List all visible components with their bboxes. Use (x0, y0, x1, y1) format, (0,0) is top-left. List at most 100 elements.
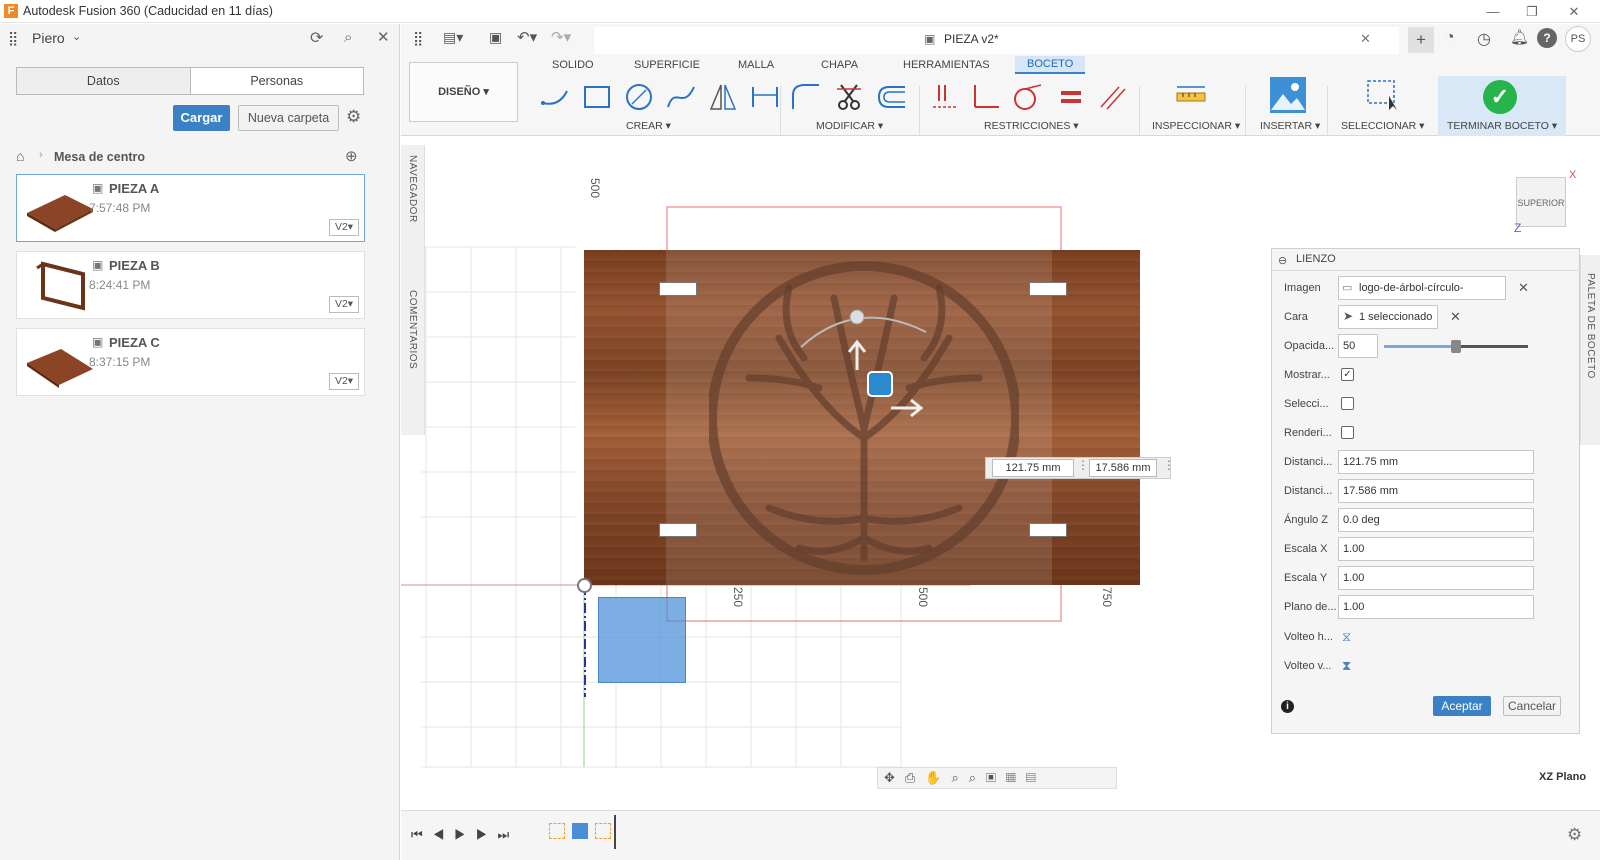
file-card[interactable]: ▣ PIEZA B 8:24:41 PM V2▾ (16, 251, 365, 319)
close-panel-icon[interactable]: ✕ (377, 28, 390, 46)
trim-tool-icon[interactable] (833, 81, 865, 113)
distance-x-input[interactable]: 121.75 mm (992, 459, 1074, 477)
bell-icon[interactable]: 🔔︎ (1510, 28, 1529, 46)
image-select[interactable]: logo-de-árbol-círculo-redonc... (1338, 276, 1506, 316)
group-terminar-boceto[interactable]: TERMINAR BOCETO ▾ (1447, 120, 1557, 132)
file-menu-icon[interactable]: ▤▾ (443, 29, 463, 46)
group-insertar[interactable]: INSERTAR ▾ (1260, 120, 1320, 132)
show-checkbox[interactable]: ✓ (1341, 368, 1354, 381)
minimize-icon[interactable]: — (1475, 2, 1511, 22)
chevron-down-icon[interactable]: ⌄ (72, 30, 81, 43)
group-inspeccionar[interactable]: INSPECCIONAR ▾ (1152, 120, 1240, 132)
distance-y-field[interactable]: 17.586 mm (1338, 479, 1534, 503)
file-card[interactable]: ▣ PIEZA C 8:37:15 PM V2▾ (16, 328, 365, 396)
resize-handle[interactable] (659, 282, 697, 296)
tab-datos[interactable]: Datos (17, 68, 191, 94)
sketch-profile[interactable] (598, 597, 686, 683)
sketch-feature-icon[interactable] (595, 823, 611, 839)
tab-malla[interactable]: MALLA (738, 59, 774, 71)
tab-boceto[interactable]: BOCETO (1015, 56, 1086, 74)
finish-sketch-icon[interactable]: ✓ (1483, 80, 1517, 114)
home-icon[interactable]: ⌂ (16, 148, 24, 164)
resize-handle[interactable] (1029, 523, 1067, 537)
accept-button[interactable]: Aceptar (1433, 696, 1491, 716)
tab-solido[interactable]: SOLIDO (552, 59, 594, 71)
breadcrumb[interactable]: Mesa de centro (54, 150, 145, 164)
navigator-tab[interactable]: NAVEGADOR (407, 155, 418, 223)
clear-image-icon[interactable]: ✕ (1518, 280, 1529, 296)
avatar[interactable]: PS (1565, 26, 1591, 52)
distance-x-field[interactable]: 121.75 mm (1338, 450, 1534, 474)
file-card[interactable]: ▣ PIEZA A 7:57:48 PM V2▾ (16, 174, 365, 242)
resize-handle[interactable] (659, 523, 697, 537)
search-icon[interactable]: ⌕ (344, 29, 352, 46)
collapse-icon[interactable]: ⊖ (1278, 254, 1287, 267)
flip-horizontal-icon[interactable]: ⧖ (1342, 629, 1351, 645)
playback-controls[interactable]: ⏮◀▶▶⏭ (411, 827, 519, 843)
mirror-tool-icon[interactable] (707, 81, 739, 113)
tab-herramientas[interactable]: HERRAMIENTAS (903, 59, 990, 71)
close-tab-icon[interactable]: ✕ (1360, 31, 1371, 47)
help-icon[interactable]: ? (1537, 28, 1557, 48)
new-folder-button[interactable]: Nueva carpeta (238, 105, 339, 131)
selectable-checkbox[interactable] (1341, 397, 1354, 410)
equal-constraint-icon[interactable] (1055, 81, 1087, 113)
refresh-icon[interactable]: ⟳ (310, 28, 323, 48)
cancel-button[interactable]: Cancelar (1503, 696, 1561, 716)
opacity-slider-thumb[interactable] (1451, 340, 1461, 353)
more-options-icon[interactable]: ⋮ (1163, 458, 1175, 472)
gear-icon[interactable]: ⚙ (346, 107, 361, 127)
close-icon[interactable]: ✕ (1556, 2, 1592, 22)
gear-icon[interactable]: ⚙ (1567, 825, 1582, 845)
workspace-dropdown[interactable]: DISEÑO ▾ (409, 62, 518, 122)
tab-personas[interactable]: Personas (191, 68, 364, 94)
rectangle-tool-icon[interactable] (581, 81, 613, 113)
upload-button[interactable]: Cargar (173, 105, 230, 131)
perpendicular-constraint-icon[interactable] (969, 81, 1001, 113)
version-badge[interactable]: V2▾ (329, 219, 359, 236)
group-restricciones[interactable]: RESTRICCIONES ▾ (984, 120, 1079, 132)
grid-apps-icon[interactable]: ⣿ (8, 30, 18, 47)
group-modificar[interactable]: MODIFICAR ▾ (816, 120, 883, 132)
globe-icon[interactable]: ⊕ (345, 147, 358, 165)
maximize-icon[interactable]: ❐ (1514, 2, 1550, 22)
scale-y-field[interactable]: 1.00 (1338, 566, 1534, 590)
navigation-bar[interactable]: ✥⎙✋⌕⌕▣▦▤ (877, 767, 1117, 789)
spline-tool-icon[interactable] (665, 81, 697, 113)
document-tab[interactable]: ▣ PIEZA v2* ✕ (594, 27, 1399, 54)
fillet-tool-icon[interactable] (789, 81, 821, 113)
plane-scale-field[interactable]: 1.00 (1338, 595, 1534, 619)
parallel-constraint-icon[interactable] (1097, 81, 1129, 113)
view-cube[interactable]: SUPERIOR (1516, 177, 1566, 227)
grid-apps-icon[interactable]: ⣿ (413, 30, 423, 47)
user-menu[interactable]: Piero (32, 30, 65, 46)
version-badge[interactable]: V2▾ (329, 373, 359, 390)
select-window-icon[interactable] (1365, 76, 1401, 112)
distance-y-input[interactable]: 17.586 mm (1089, 459, 1157, 477)
origin-point[interactable] (577, 578, 592, 593)
line-tool-icon[interactable] (539, 81, 571, 113)
angle-field[interactable]: 0.0 deg (1338, 508, 1534, 532)
undo-icon[interactable]: ↶▾ (517, 28, 537, 46)
new-tab-icon[interactable]: + (1408, 27, 1434, 53)
more-options-icon[interactable]: ⋮ (1077, 458, 1089, 472)
circle-tool-icon[interactable] (623, 81, 655, 113)
dimension-tool-icon[interactable] (749, 81, 781, 113)
scale-x-field[interactable]: 1.00 (1338, 537, 1534, 561)
insert-image-icon[interactable] (1269, 76, 1307, 114)
sketch-feature-icon[interactable] (549, 823, 565, 839)
job-status-icon[interactable]: ◷ (1477, 29, 1491, 49)
group-crear[interactable]: CREAR ▾ (626, 120, 671, 132)
info-icon[interactable]: i (1281, 700, 1294, 713)
canvas-feature-icon[interactable] (572, 823, 588, 839)
group-seleccionar[interactable]: SELECCIONAR ▾ (1341, 120, 1424, 132)
comments-tab[interactable]: COMENTARIOS (407, 290, 418, 369)
redo-icon[interactable]: ↷▾ (551, 28, 571, 46)
extensions-icon[interactable]: ◔ (1445, 29, 1455, 47)
tab-superficie[interactable]: SUPERFICIE (634, 59, 700, 71)
flip-vertical-icon[interactable]: ⧗ (1342, 658, 1351, 674)
coincident-constraint-icon[interactable] (929, 81, 961, 113)
timeline-marker[interactable] (614, 815, 616, 849)
version-badge[interactable]: V2▾ (329, 296, 359, 313)
clear-face-icon[interactable]: ✕ (1450, 309, 1461, 325)
